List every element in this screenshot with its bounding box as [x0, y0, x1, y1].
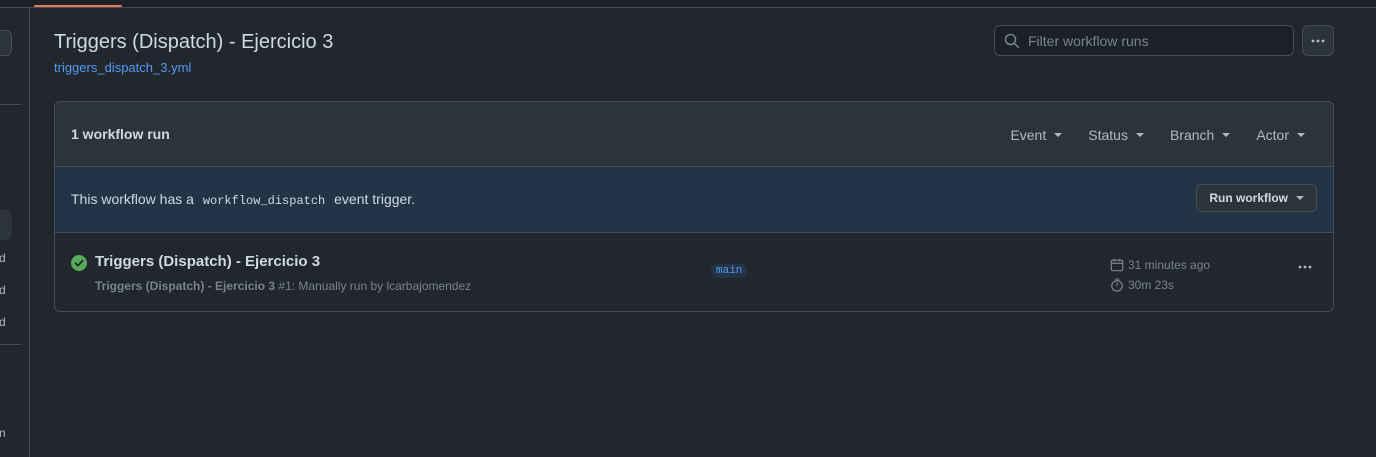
workflow-runs-box: 1 workflow run Event Status Branch Actor…	[54, 101, 1334, 312]
caret-down-icon	[1054, 132, 1063, 137]
sidebar-divider	[0, 344, 21, 345]
filter-runs-search[interactable]	[994, 25, 1294, 56]
run-workflow-label: Run workflow	[1209, 191, 1288, 205]
kebab-horizontal-icon	[1298, 265, 1312, 269]
dispatch-event-code: workflow_dispatch	[202, 194, 326, 208]
workflow-dispatch-banner: This workflow has a workflow_dispatch ev…	[55, 167, 1333, 233]
run-filters: Event Status Branch Actor	[984, 102, 1305, 167]
sidebar-new-workflow-button[interactable]	[0, 30, 12, 56]
caret-down-icon	[1222, 132, 1231, 137]
more-options-button[interactable]	[1302, 25, 1334, 56]
sidebar-item-label[interactable]: d	[0, 251, 6, 265]
run-duration: 30m 23s	[1110, 275, 1210, 295]
active-tab-underline	[34, 5, 122, 7]
caret-down-icon	[1296, 196, 1304, 200]
run-time: 31 minutes ago	[1110, 255, 1210, 275]
filter-label: Event	[1010, 126, 1047, 143]
sidebar-item-label[interactable]: d	[0, 283, 6, 297]
workflow-run-row[interactable]: Triggers (Dispatch) - Ejercicio 3 Trigge…	[55, 233, 1333, 311]
filter-status-dropdown[interactable]: Status	[1088, 127, 1144, 143]
sidebar: d d d n	[0, 8, 30, 457]
top-nav-bar	[0, 0, 1376, 8]
caret-down-icon	[1135, 132, 1144, 137]
run-subtitle: Triggers (Dispatch) - Ejercicio 3 #1: Ma…	[95, 279, 471, 293]
run-time-ago: 31 minutes ago	[1128, 258, 1211, 272]
filter-actor-dropdown[interactable]: Actor	[1256, 127, 1305, 143]
check-circle-icon	[71, 255, 87, 271]
search-input[interactable]	[1028, 26, 1293, 55]
run-workflow-name: Triggers (Dispatch) - Ejercicio 3	[95, 279, 276, 293]
run-title-link[interactable]: Triggers (Dispatch) - Ejercicio 3	[95, 253, 320, 270]
calendar-icon	[1110, 258, 1124, 272]
run-detail: #1: Manually run by lcarbajomendez	[278, 279, 472, 293]
stopwatch-icon	[1111, 278, 1123, 292]
filter-label: Branch	[1169, 126, 1215, 143]
dispatch-prefix: This workflow has a	[71, 191, 194, 207]
sidebar-item-selected[interactable]	[0, 210, 12, 240]
dispatch-message: This workflow has a workflow_dispatch ev…	[71, 191, 415, 208]
workflow-file-link[interactable]: triggers_dispatch_3.yml	[54, 60, 191, 75]
run-more-options-button[interactable]	[1297, 259, 1313, 278]
kebab-horizontal-icon	[1311, 39, 1325, 42]
caret-down-icon	[1297, 132, 1305, 137]
filter-event-dropdown[interactable]: Event	[1010, 126, 1063, 143]
filter-branch-dropdown[interactable]: Branch	[1169, 126, 1231, 143]
search-icon	[1004, 33, 1020, 48]
sidebar-item-label[interactable]: n	[0, 426, 6, 440]
dispatch-suffix: event trigger.	[334, 191, 416, 207]
filter-label: Status	[1088, 126, 1128, 143]
page-title: Triggers (Dispatch) - Ejercicio 3	[54, 31, 334, 53]
runs-box-header: 1 workflow run Event Status Branch Actor	[55, 102, 1333, 167]
run-count: 1 workflow run	[71, 126, 170, 142]
sidebar-divider	[0, 104, 21, 105]
sidebar-item-label[interactable]: d	[0, 315, 6, 329]
run-meta: 31 minutes ago 30m 23s	[1110, 255, 1210, 295]
run-duration-value: 30m 23s	[1128, 278, 1175, 292]
branch-label[interactable]: main	[711, 264, 748, 278]
run-workflow-button[interactable]: Run workflow	[1196, 184, 1317, 212]
filter-label: Actor	[1256, 126, 1289, 143]
